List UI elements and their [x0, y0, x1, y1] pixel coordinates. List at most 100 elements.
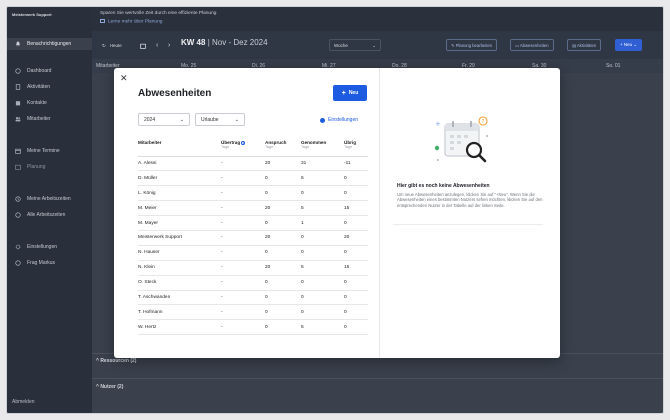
- table-row[interactable]: W. Hertz -0 5 0: [138, 319, 368, 336]
- table-row[interactable]: Meisterwerk Support -20 0 20: [138, 230, 368, 246]
- group-nutzer[interactable]: ^ Nutzer (2): [96, 384, 123, 390]
- cell-anspruch: 0: [265, 245, 301, 261]
- cell-name: T. Hofmann: [138, 304, 221, 321]
- table-row[interactable]: L. König -0 0 0: [138, 185, 368, 202]
- plan-edit-button[interactable]: ✎ Planung bearbeiten: [446, 39, 498, 51]
- cell-name: W. Hertz: [138, 319, 221, 336]
- sidebar-item-planung[interactable]: Planung: [7, 161, 92, 173]
- cell-name: M. Meier: [138, 200, 221, 217]
- absences-list-panel: ✕ Abwesenheiten + Neu 2024 ⌄ Urlaube ⌄ Eins…: [114, 68, 380, 358]
- sidebar-item-kontakte[interactable]: Kontakte: [7, 97, 92, 109]
- cell-uebrig: 0: [344, 304, 368, 321]
- absence-type-select[interactable]: Urlaube ⌄: [195, 113, 245, 126]
- table-row[interactable]: M. Meier -20 5 15: [138, 200, 368, 217]
- col-mitarbeiter: Mitarbeiter: [138, 139, 221, 157]
- table-row[interactable]: T. Hofmann -0 0 0: [138, 304, 368, 321]
- sidebar: Meisterwerk Support Benachrichtigungen D…: [7, 7, 92, 413]
- sidebar-item-meine-arbeitszeiten[interactable]: Meine Arbeitszeiten: [7, 193, 92, 205]
- today-icon: ↻: [102, 42, 106, 48]
- next-week-button[interactable]: ›: [168, 40, 170, 51]
- empty-state-title: Hier gibt es noch keine Abwesenheiten: [397, 183, 490, 189]
- sidebar-item-label: Planung: [27, 164, 46, 170]
- sidebar-item-benachrichtigungen[interactable]: Benachrichtigungen: [7, 38, 92, 50]
- learn-more-link[interactable]: Lerne mehr über Planung: [100, 19, 162, 24]
- calendar-picker-button[interactable]: [140, 40, 146, 51]
- sidebar-item-label: Aktivitäten: [27, 84, 51, 90]
- settings-label: Einstellungen: [328, 117, 359, 123]
- chevron-left-icon: ‹: [156, 42, 159, 49]
- building-icon: [15, 100, 21, 106]
- cell-name: O. Steck: [138, 275, 221, 291]
- group-ressourcen[interactable]: ^ Ressourcen (2): [96, 358, 136, 364]
- col-anspruch: Anspruch Tage: [265, 139, 301, 157]
- cell-name: N. Klein: [138, 260, 221, 276]
- brand-name: Meisterwerk Support: [12, 12, 52, 17]
- chevron-down-icon: ⌄: [234, 116, 239, 123]
- cell-anspruch: 20: [265, 200, 301, 217]
- sidebar-item-label: Benachrichtigungen: [27, 41, 72, 47]
- cell-uebertrag: -: [221, 319, 265, 336]
- sidebar-item-einstellungen[interactable]: Einstellungen: [7, 241, 92, 253]
- cell-genommen: 31: [301, 156, 344, 172]
- logout-link[interactable]: Abmelden: [12, 399, 35, 405]
- absence-type-value: Urlaube: [201, 116, 219, 123]
- grid-row: [92, 378, 663, 379]
- bell-icon: [15, 41, 21, 47]
- year-select-value: 2024: [144, 116, 156, 123]
- cell-uebrig: 20: [344, 230, 368, 246]
- table-row[interactable]: N. Hauser -0 0 0: [138, 245, 368, 261]
- cell-anspruch: 0: [265, 275, 301, 291]
- cell-uebertrag: -: [221, 156, 265, 172]
- divider: [393, 224, 543, 225]
- absences-label: Abwesenheiten: [519, 43, 549, 48]
- chevron-down-icon: ⌄: [372, 43, 376, 48]
- cell-uebertrag: -: [221, 170, 265, 187]
- today-label: Heute: [109, 43, 122, 48]
- col-uebrig: Übrig Tage: [344, 139, 368, 157]
- absence-detail-panel: ? + Hier gibt es noch keine Abwesenheite…: [381, 68, 560, 358]
- year-select[interactable]: 2024 ⌄: [138, 113, 190, 126]
- cell-uebertrag: -: [221, 185, 265, 202]
- absences-button[interactable]: ▭ Abwesenheiten: [510, 39, 554, 51]
- sidebar-item-aktivitaeten[interactable]: Aktivitäten: [7, 81, 92, 93]
- cell-genommen: 6: [301, 170, 344, 187]
- cell-anspruch: 20: [265, 230, 301, 246]
- cell-uebrig: 0: [344, 245, 368, 261]
- sidebar-item-meine-termine[interactable]: Meine Termine: [7, 145, 92, 157]
- cell-anspruch: 20: [265, 260, 301, 276]
- table-row[interactable]: A. Alessi -20 31 -11: [138, 156, 368, 172]
- users-icon: [15, 116, 21, 122]
- sidebar-item-label: Meine Arbeitszeiten: [27, 196, 71, 202]
- cell-genommen: 0: [301, 245, 344, 261]
- table-row[interactable]: M. Mayer -0 1 0: [138, 215, 368, 231]
- table-row[interactable]: O. Steck -0 0 0: [138, 275, 368, 291]
- history-icon: [15, 212, 21, 218]
- sidebar-item-alle-arbeitszeiten[interactable]: Alle Arbeitszeiten: [7, 209, 92, 221]
- activities-button[interactable]: ▤ Aktivitäten: [567, 39, 602, 51]
- add-absence-button[interactable]: + Neu: [333, 85, 367, 101]
- today-button[interactable]: ↻ Heute: [102, 40, 122, 51]
- new-button[interactable]: + Neu ⌄: [615, 39, 643, 51]
- new-label: + Neu: [620, 42, 633, 47]
- chat-icon: [15, 260, 21, 266]
- table-row[interactable]: N. Klein -20 5 15: [138, 260, 368, 276]
- sidebar-item-mitarbeiter[interactable]: Mitarbeiter: [7, 113, 92, 125]
- chevron-right-icon: ›: [168, 42, 171, 49]
- document-icon: [15, 84, 21, 90]
- settings-link[interactable]: Einstellungen: [320, 117, 358, 123]
- prev-week-button[interactable]: ‹: [156, 40, 158, 51]
- close-icon[interactable]: ✕: [120, 74, 128, 83]
- sidebar-item-label: Mitarbeiter: [27, 116, 51, 122]
- table-row[interactable]: T. Aschwanden -0 0 0: [138, 290, 368, 306]
- info-icon[interactable]: i: [241, 141, 246, 145]
- table-row[interactable]: D. Müller -0 6 0: [138, 170, 368, 187]
- cell-name: T. Aschwanden: [138, 290, 221, 306]
- sidebar-item-frag-markus[interactable]: Frag Markus: [7, 257, 92, 269]
- cell-anspruch: 0: [265, 170, 301, 187]
- view-select[interactable]: Woche ⌄: [329, 39, 381, 51]
- cell-uebrig: -11: [344, 156, 368, 172]
- date-range: Nov - Dez 2024: [212, 38, 268, 47]
- app-window: Meisterwerk Support Benachrichtigungen D…: [6, 6, 664, 414]
- sidebar-item-dashboard[interactable]: Dashboard: [7, 65, 92, 77]
- cell-genommen: 5: [301, 260, 344, 276]
